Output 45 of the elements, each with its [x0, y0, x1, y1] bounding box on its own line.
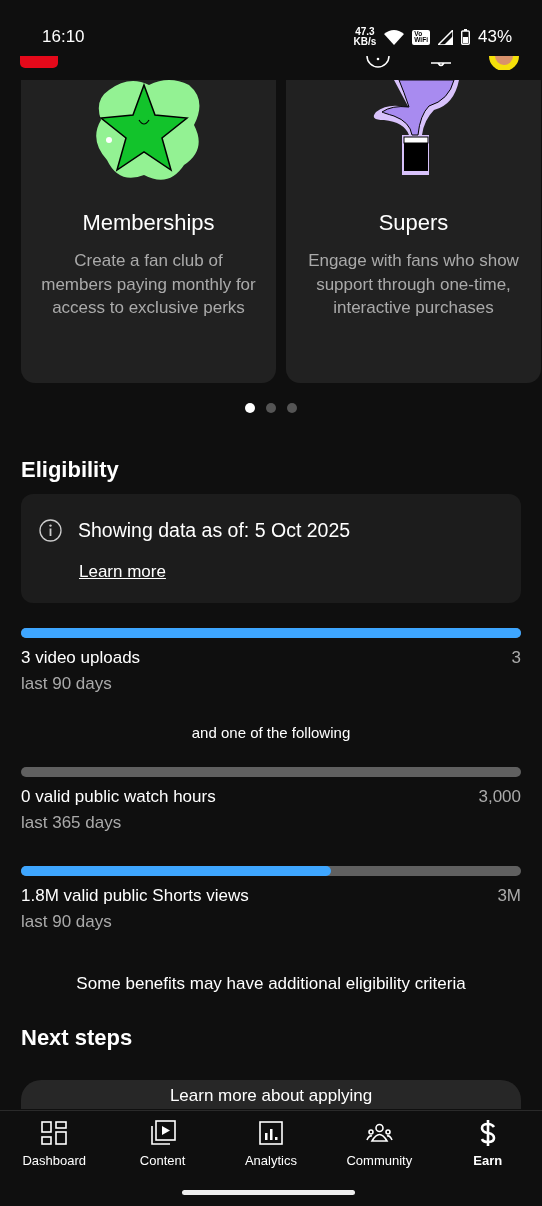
people-icon	[365, 1123, 393, 1143]
dashboard-icon	[41, 1121, 68, 1145]
feature-card[interactable]: Memberships Create a fan club of members paying monthly for access to exclusive perks	[21, 80, 276, 383]
requirement-period: last 365 days	[21, 811, 123, 834]
feature-card[interactable]: Supers Engage with fans who show support through one-time, interactive purchases	[286, 80, 541, 383]
requirement-period: last 90 days	[21, 910, 113, 933]
requirement-target: 3M	[497, 884, 521, 907]
video-library-icon	[149, 1120, 176, 1146]
requirement-label: 0 valid public watch hours	[21, 786, 216, 806]
nav-tab[interactable]: Dashboard	[4, 1119, 105, 1206]
card-description: Create a fan club of members paying monthly for access to exclusive perks	[41, 250, 256, 319]
requirement-target: 3,000	[478, 785, 521, 808]
avatar[interactable]	[489, 56, 519, 70]
footnote-text: Some benefits may have additional eligibility criteria	[75, 972, 467, 995]
notice-text: Showing data as of: 5 Oct 2025	[78, 518, 351, 543]
nav-tab[interactable]: Earn	[437, 1119, 538, 1206]
page-dot[interactable]	[287, 403, 297, 413]
info-icon	[39, 519, 62, 543]
help-icon[interactable]	[366, 56, 390, 69]
requirement-target: 3	[511, 646, 521, 669]
apply-button[interactable]: Learn more about applying	[21, 1079, 521, 1109]
requirement-label: 1.8M valid public Shorts views	[21, 885, 249, 905]
bar-chart-icon	[258, 1121, 283, 1145]
section-title: Next steps	[20, 1023, 134, 1052]
nav-tab[interactable]: Content	[112, 1119, 213, 1206]
battery-level: 43%	[477, 26, 512, 49]
page-dot[interactable]	[245, 403, 255, 413]
nav-tab[interactable]: Analytics	[220, 1119, 321, 1206]
clock: 16:10	[42, 26, 85, 49]
section-title: Eligibility	[20, 456, 120, 484]
network-speed: 47.3 KB/s	[353, 27, 377, 47]
page-dot[interactable]	[266, 403, 276, 413]
bell-icon[interactable]	[430, 59, 452, 68]
requirement-label: 3 video uploads	[21, 647, 141, 667]
separator-text: and one of the following	[190, 722, 352, 743]
learn-more-link[interactable]: Learn more	[79, 559, 166, 585]
card-title: Supers	[377, 209, 450, 237]
signal-icon	[437, 29, 453, 45]
nav-tab[interactable]: Community	[329, 1119, 430, 1206]
wifi-icon	[384, 29, 405, 45]
card-title: Memberships	[81, 209, 216, 237]
dollar-icon	[479, 1120, 496, 1146]
card-description: Engage with fans who show support through one-time, interactive purchases	[307, 250, 520, 319]
battery-icon	[460, 29, 470, 45]
requirement-period: last 90 days	[21, 672, 113, 695]
